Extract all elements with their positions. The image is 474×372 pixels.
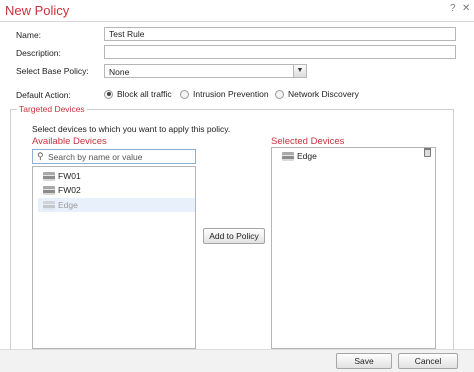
device-name: FW01: [58, 171, 81, 181]
radio-button[interactable]: [180, 89, 189, 99]
device-icon: [43, 171, 55, 181]
description-input[interactable]: [104, 45, 456, 59]
trash-icon[interactable]: [424, 148, 431, 157]
list-item[interactable]: Edge: [282, 149, 317, 163]
search-icon: ⚲: [37, 151, 44, 161]
list-item[interactable]: FW02: [43, 183, 81, 197]
radio-intrusion-prevention[interactable]: Intrusion Prevention: [180, 89, 269, 99]
base-policy-value: None: [109, 67, 130, 77]
device-name: FW02: [58, 185, 81, 195]
help-icon[interactable]: ?: [450, 3, 456, 14]
cancel-button[interactable]: Cancel: [398, 353, 458, 369]
name-input[interactable]: [104, 27, 456, 41]
list-item: Edge: [43, 198, 78, 212]
close-icon[interactable]: ✕: [462, 3, 470, 14]
selected-devices-list[interactable]: [271, 147, 436, 349]
dialog-titlebar: New Policy ? ✕: [0, 0, 474, 22]
radio-button[interactable]: [275, 89, 284, 99]
default-action-label: Default Action:: [16, 90, 71, 100]
save-button[interactable]: Save: [336, 353, 392, 369]
name-label: Name:: [16, 30, 42, 40]
device-icon: [43, 200, 55, 210]
radio-label: Block all traffic: [117, 89, 172, 99]
chevron-down-icon[interactable]: ▼: [293, 65, 306, 77]
base-policy-select[interactable]: None ▼: [104, 64, 307, 78]
device-search[interactable]: ⚲ Search by name or value: [32, 149, 196, 164]
dialog-footer: Save Cancel: [0, 349, 474, 372]
description-label: Description:: [16, 48, 61, 58]
radio-block-all-traffic[interactable]: Block all traffic: [104, 89, 172, 99]
list-item[interactable]: FW01: [43, 169, 81, 183]
targeted-devices-hint: Select devices to which you want to appl…: [32, 124, 231, 134]
selected-devices-title: Selected Devices: [271, 136, 345, 147]
radio-label: Network Discovery: [288, 89, 359, 99]
targeted-devices-title: Targeted Devices: [17, 104, 87, 114]
radio-label: Intrusion Prevention: [193, 89, 269, 99]
search-placeholder: Search by name or value: [48, 152, 143, 162]
base-policy-label: Select Base Policy:: [16, 66, 89, 76]
device-name: Edge: [58, 200, 78, 210]
device-name: Edge: [297, 151, 317, 161]
device-icon: [43, 185, 55, 195]
available-devices-title: Available Devices: [32, 136, 107, 147]
radio-button[interactable]: [104, 89, 113, 99]
add-to-policy-button[interactable]: Add to Policy: [203, 228, 265, 244]
radio-network-discovery[interactable]: Network Discovery: [275, 89, 359, 99]
dialog-title: New Policy: [5, 3, 70, 18]
device-icon: [282, 151, 294, 161]
